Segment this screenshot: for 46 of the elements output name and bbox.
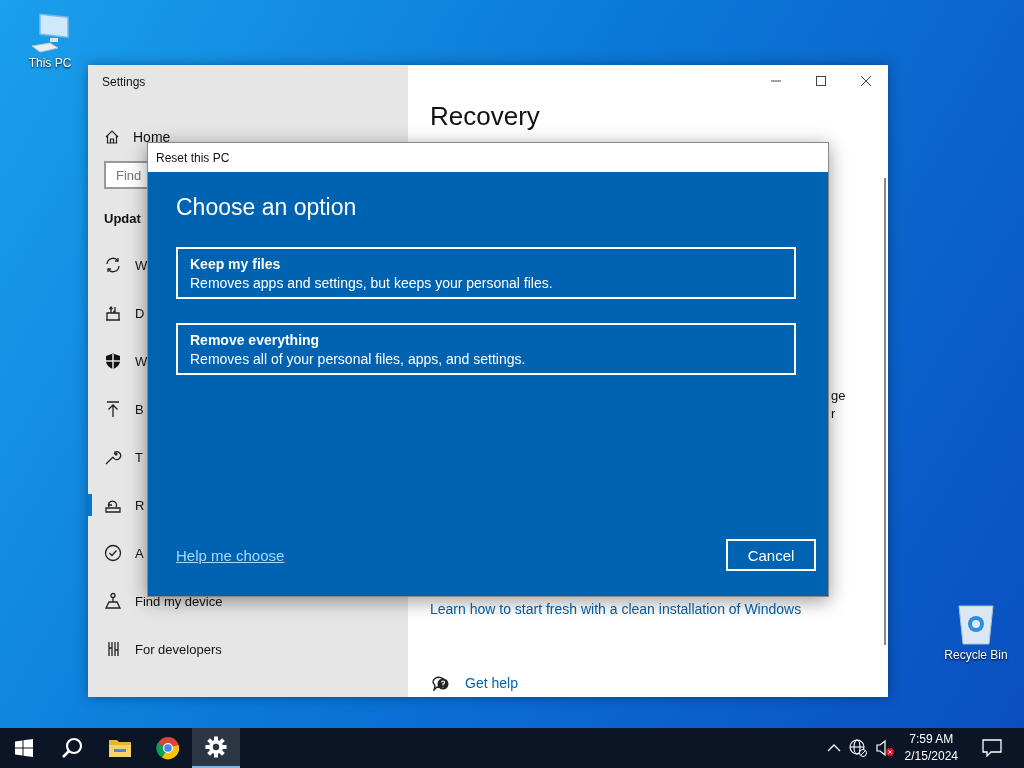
nav-item[interactable]: W <box>88 337 148 385</box>
option-description: Removes apps and settings, but keeps your personal files. <box>190 274 553 291</box>
nav-item[interactable]: For developers <box>88 625 222 673</box>
dialog-title: Reset this PC <box>148 143 828 172</box>
find-icon <box>104 592 122 610</box>
nav-item[interactable]: Find my device <box>88 577 223 625</box>
nav-item[interactable]: B <box>88 385 144 433</box>
nav-item[interactable]: A <box>88 529 144 577</box>
icon-label: Recycle Bin <box>944 648 1008 662</box>
window-title: Settings <box>101 74 147 91</box>
body-text: r <box>831 405 837 423</box>
start-icon[interactable] <box>15 739 33 757</box>
search-field[interactable]: Find <box>104 161 147 189</box>
section-heading: Updat <box>104 211 142 228</box>
clock-date[interactable]: 2/15/2024 <box>904 748 958 765</box>
backup-icon <box>104 400 122 418</box>
option-title: Keep my files <box>190 255 281 272</box>
option-title: Remove everything <box>190 331 320 348</box>
nav-item[interactable]: D <box>88 289 145 337</box>
icon-label: This PC <box>28 56 72 70</box>
help-link[interactable]: Help me choose <box>176 546 285 564</box>
body-text: ge <box>831 387 847 405</box>
scrollbar[interactable] <box>884 178 886 645</box>
help-chat-icon <box>432 675 450 691</box>
nav-item[interactable]: R <box>88 481 145 529</box>
cancel-button[interactable]: Cancel <box>726 539 816 571</box>
nav-item[interactable]: W <box>88 241 148 289</box>
sync-icon <box>104 256 122 274</box>
home-icon <box>104 129 120 145</box>
clock-time[interactable]: 7:59 AM <box>909 731 954 748</box>
clean-install-link[interactable]: Learn how to start fresh with a clean installation of Windows <box>430 601 802 617</box>
shield-icon <box>104 352 122 370</box>
option-button[interactable]: Keep my files Removes apps and settings, but keeps your personal files. <box>176 247 796 299</box>
wrench-icon <box>104 448 122 466</box>
nav-item[interactable]: T <box>88 433 143 481</box>
option-button[interactable]: Remove everything Removes all of your personal files, apps, and settings. <box>176 323 796 375</box>
close-icon[interactable] <box>860 75 872 87</box>
dialog-heading: Choose an option <box>176 194 358 221</box>
get-help-link[interactable]: Get help <box>465 675 518 691</box>
maximize-icon[interactable] <box>815 75 827 87</box>
gear-icon[interactable] <box>192 728 240 768</box>
activation-icon <box>104 544 122 562</box>
option-description: Removes all of your personal files, apps, and settings. <box>190 350 526 367</box>
recycle-bin-icon[interactable] <box>956 602 996 646</box>
page-title: Recovery <box>430 101 541 132</box>
delivery-icon <box>104 304 122 322</box>
